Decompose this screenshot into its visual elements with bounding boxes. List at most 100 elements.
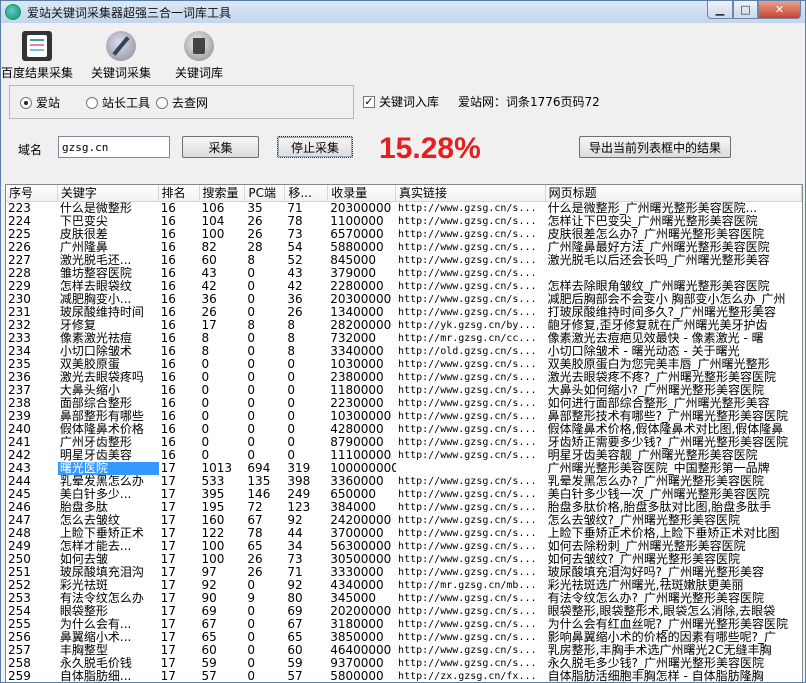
table-row[interactable]: 257 丰胸整型 17 60 0 60 46400000 http://www.gzsg.cn… [6, 644, 802, 657]
table-row[interactable]: 237 大鼻头缩小 16 0 0 0 1180000 http://www.gzsg.cn/s… [6, 384, 802, 397]
radio-zhanzhang[interactable]: 站长工具 [86, 94, 150, 111]
minimize-button[interactable]: ▁ [707, 1, 733, 19]
cell-keyword: 有法令纹怎么办 [59, 592, 144, 605]
table-row[interactable]: 255 为什么会有... 17 67 0 67 3180000 http://www.gzsg… [6, 618, 802, 631]
collect-button[interactable]: 采集 [182, 136, 259, 158]
table-row[interactable]: 224 下巴变尖 16 104 26 78 1100000 http://www.gzsg.c… [6, 215, 802, 228]
table-row[interactable]: 225 皮肤很差 16 100 26 73 6570000 http://www.gzsg.c… [6, 228, 802, 241]
table-row[interactable]: 229 怎样去眼袋纹 16 42 0 42 2280000 http://www.gzsg.c… [6, 280, 802, 293]
header-col-indexed[interactable]: 收录量 [328, 185, 397, 201]
cell-page-title: 美白针多少钱一次_广州曙光整形美容医院 [547, 488, 770, 501]
tools-icon [106, 31, 136, 61]
import-keywords-checkbox[interactable]: ✓ 关键词入库 [363, 93, 439, 110]
cell-keyword: 丰胸整型 [59, 644, 108, 657]
table-row[interactable]: 256 鼻翼缩小术... 17 65 0 65 3850000 http://www.gzsg… [6, 631, 802, 644]
table-row[interactable]: 253 有法令纹怎么办 17 90 9 80 345000 http://www.gzsg.c… [6, 592, 802, 605]
maximize-button[interactable]: □ [733, 1, 758, 19]
cell-pc: 0 [247, 618, 256, 631]
radio-aizhan[interactable]: 爱站 [20, 94, 60, 111]
cell-indexed: 5800000 [330, 670, 384, 683]
table-row[interactable]: 259 自体脂肪细... 17 57 0 57 5800000 http://zx.gzsg.… [6, 670, 802, 683]
table-row[interactable]: 258 永久脱毛价钱 17 59 0 59 9370000 http://www.gzsg.c… [6, 657, 802, 670]
cell-rank: 16 [160, 280, 176, 293]
cell-search-volume: 195 [201, 501, 225, 514]
header-col-rank[interactable]: 排名 [159, 185, 200, 201]
table-row[interactable]: 254 眼袋整形 17 69 0 69 20200000 http://www.gzsg.cn… [6, 605, 802, 618]
table-row[interactable]: 227 激光脱毛还... 16 60 8 52 845000 http://www.gzsg.… [6, 254, 802, 267]
title-bar[interactable]: 爱站关键词采集器超强三合一词库工具 ▁ □ ✕ [1, 1, 805, 23]
cell-real-link: http://www.gzsg.cn/s... [398, 307, 537, 318]
table-row[interactable]: 236 激光去眼袋疼吗 16 0 0 0 2380000 http://www.gzsg.cn… [6, 371, 802, 384]
export-button[interactable]: 导出当前列表框中的结果 [579, 136, 731, 158]
table-row[interactable]: 250 如何去皱 17 100 26 73 30500000 http://www.gzsg.… [6, 553, 802, 566]
table-row[interactable]: 252 彩光祛斑 17 92 0 92 4340000 http://mr.gzsg.cn/m… [6, 579, 802, 592]
cell-keyword: 广州牙齿整形 [59, 436, 132, 449]
table-row[interactable]: 247 怎么去皱纹 17 160 67 92 24200000 http://www.gzsg… [6, 514, 802, 527]
cell-page-title: 什么是微整形_广州曙光整形美容医院... [547, 202, 758, 215]
cell-search-volume: 0 [201, 358, 210, 371]
table-row[interactable]: 232 牙修复 16 17 8 8 28200000 http://yk.gzsg.cn/by… [6, 319, 802, 332]
cell-pc: 0 [247, 384, 256, 397]
cell-real-link: http://www.gzsg.cn/s... [398, 593, 537, 604]
cell-page-title: 乳房整形,丰胸手术选广州曙光2C无缝丰胸 [547, 644, 772, 657]
table-row[interactable]: 242 明星牙齿美容 16 0 0 0 11100000 http://www.gzsg.cn… [6, 449, 802, 462]
table-row[interactable]: 244 乳晕发黑怎么办 17 533 135 398 3360000 http://www.g… [6, 475, 802, 488]
keyword-library-tool[interactable]: 关键词库 [164, 31, 234, 81]
cell-page-title: 眼袋整形,眼袋整形术,眼袋怎么消除,去眼袋 [547, 605, 776, 618]
baidu-collect-tool[interactable]: 百度结果采集 [1, 31, 73, 81]
domain-input[interactable]: gzsg.cn [58, 136, 170, 158]
cell-real-link: http://www.gzsg.cn/s... [398, 554, 537, 565]
table-row[interactable]: 251 玻尿酸填充泪沟 17 97 26 71 3330000 http://www.gzsg… [6, 566, 802, 579]
table-row[interactable]: 226 广州隆鼻 16 82 28 54 5880000 http://www.gzsg.cn… [6, 241, 802, 254]
table-row[interactable]: 231 玻尿酸维持时间 16 26 0 26 1340000 http://www.gzsg.… [6, 306, 802, 319]
close-button[interactable]: ✕ [758, 1, 801, 19]
keyword-collect-tool[interactable]: 关键词采集 [86, 31, 156, 81]
header-col-keyword[interactable]: 关键字 [58, 185, 159, 201]
results-table[interactable]: 序号 关键字 排名 搜索量 PC端 移... 收录量 真实链接 网页标题 223 什么是微整形 16… [5, 184, 803, 683]
table-row[interactable]: 248 上睑下垂矫正术 17 122 78 44 3700000 http://www.gzs… [6, 527, 802, 540]
table-row[interactable]: 241 广州牙齿整形 16 0 0 0 8790000 http://www.gzsg.cn/… [6, 436, 802, 449]
table-row[interactable]: 245 美白针多少... 17 395 146 249 650000 http://www.g… [6, 488, 802, 501]
table-row[interactable]: 246 胎盘多肽 17 195 72 123 384000 http://www.gzsg.c… [6, 501, 802, 514]
table-row[interactable]: 223 什么是微整形 16 106 35 71 20300000 http://www.gzs… [6, 202, 802, 215]
cell-keyword: 大鼻头缩小 [59, 384, 120, 397]
cell-rank: 17 [160, 592, 176, 605]
cell-rank: 17 [160, 605, 176, 618]
cell-index: 245 [8, 488, 31, 501]
cell-pc: 0 [247, 293, 256, 306]
table-row[interactable]: 234 小切口除皱术 16 8 0 8 3340000 http://old.gzsg.cn/… [6, 345, 802, 358]
table-row[interactable]: 235 双美胶原蛋 16 0 0 0 1030000 http://www.gzsg.cn/s… [6, 358, 802, 371]
table-row[interactable]: 238 面部综合整形 16 0 0 0 2230000 http://www.gzsg.cn/… [6, 397, 802, 410]
table-row[interactable]: 239 鼻部整形有哪些 16 0 0 0 10300000 http://www.gzsg.c… [6, 410, 802, 423]
cell-mobile: 36 [287, 293, 303, 306]
table-row[interactable]: 240 假体隆鼻术价格 16 0 0 0 4280000 http://www.gzsg.cn… [6, 423, 802, 436]
header-col-index[interactable]: 序号 [6, 185, 58, 201]
cell-index: 229 [8, 280, 31, 293]
header-col-pc[interactable]: PC端 [245, 185, 286, 201]
cell-index: 239 [8, 410, 31, 423]
notebook-icon [22, 31, 52, 61]
table-row[interactable]: 243 曙光医院 17 1013 694 319 100000000 广州曙光整形美容医院_中… [6, 462, 802, 475]
cell-indexed: 3330000 [330, 566, 384, 579]
table-header: 序号 关键字 排名 搜索量 PC端 移... 收录量 真实链接 网页标题 [6, 185, 802, 202]
cell-indexed: 20300000 [330, 202, 392, 215]
header-col-search-volume[interactable]: 搜索量 [200, 185, 246, 201]
table-row[interactable]: 230 减肥胸变小... 16 36 0 36 20300000 http://www.gzs… [6, 293, 802, 306]
header-col-page-title[interactable]: 网页标题 [546, 185, 802, 201]
table-row[interactable]: 233 像素激光祛痘 16 8 0 8 732000 http://mr.gzsg.cn/cc… [6, 332, 802, 345]
cell-mobile: 8 [287, 345, 295, 358]
cell-real-link: http://www.gzsg.cn/s... [398, 515, 537, 526]
cell-search-volume: 67 [201, 618, 217, 631]
cell-pc: 65 [247, 540, 263, 553]
cell-indexed: 3360000 [330, 475, 384, 488]
stop-collect-button[interactable]: 停止采集 [277, 136, 353, 158]
radio-dot [20, 96, 32, 109]
header-col-mobile[interactable]: 移... [285, 185, 329, 201]
cell-keyword: 永久脱毛价钱 [59, 657, 132, 670]
cell-rank: 16 [160, 345, 176, 358]
radio-quchawang[interactable]: 去查网 [156, 94, 208, 111]
table-row[interactable]: 249 怎样才能去... 17 100 65 34 56300000 http://www.g… [6, 540, 802, 553]
table-row[interactable]: 228 雏坊整容医院 16 43 0 43 379000 http://www.gzsg.cn… [6, 267, 802, 280]
header-col-real-link[interactable]: 真实链接 [396, 185, 546, 201]
cell-page-title: 广州隆鼻最好方法_广州曙光整形美容医院 [547, 241, 770, 254]
